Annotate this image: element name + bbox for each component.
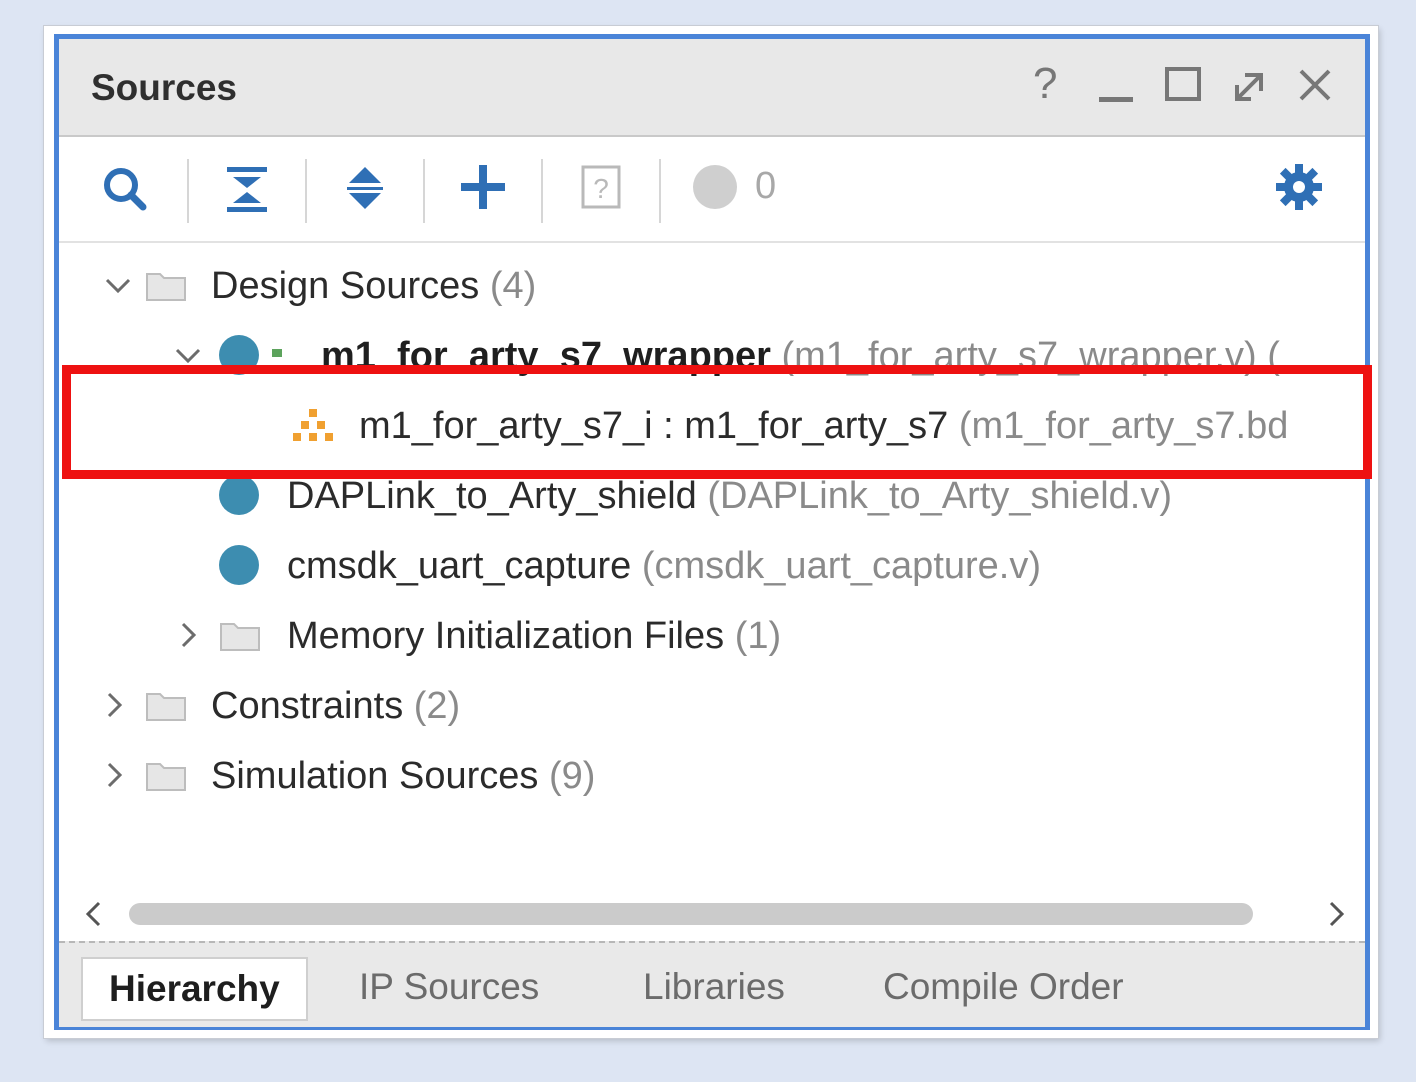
sources-window: Sources ? ? 0 Design Sources (4) m1_for_…: [54, 34, 1370, 1030]
verilog-module-icon: [219, 475, 259, 515]
tab-compile-order[interactable]: Compile Order: [883, 957, 1124, 1017]
status-indicator-icon[interactable]: 0: [689, 155, 799, 219]
tree-label: DAPLink_to_Arty_shield (DAPLink_to_Arty_…: [287, 475, 1172, 517]
tree-row-daplink[interactable]: DAPLink_to_Arty_shield (DAPLink_to_Arty_…: [59, 461, 1365, 529]
expand-all-icon[interactable]: [333, 155, 397, 219]
folder-icon: [145, 268, 187, 302]
search-icon[interactable]: [95, 155, 159, 219]
tree-row-sim-sources[interactable]: Simulation Sources (9): [59, 741, 1365, 809]
tree-row-constraints[interactable]: Constraints (2): [59, 671, 1365, 739]
window-title: Sources: [91, 67, 238, 108]
folder-icon: [219, 618, 261, 652]
verilog-module-icon: [219, 545, 259, 585]
bottom-tab-bar: Hierarchy IP Sources Libraries Compile O…: [59, 941, 1365, 1027]
maximize-icon[interactable]: [1159, 59, 1209, 111]
tab-hierarchy[interactable]: Hierarchy: [81, 957, 308, 1021]
block-design-icon: [291, 407, 335, 450]
tree-row-uart[interactable]: cmsdk_uart_capture (cmsdk_uart_capture.v…: [59, 531, 1365, 599]
add-icon[interactable]: [451, 155, 515, 219]
tree-label: Constraints (2): [211, 685, 461, 727]
folder-icon: [145, 688, 187, 722]
tree-label: Memory Initialization Files (1): [287, 615, 782, 657]
sources-toolbar: ? 0: [59, 137, 1365, 243]
folder-icon: [145, 758, 187, 792]
tree-row-design-sources[interactable]: Design Sources (4): [59, 251, 1365, 319]
tree-row-mem-init[interactable]: Memory Initialization Files (1): [59, 601, 1365, 669]
help-icon[interactable]: ?: [1027, 59, 1077, 111]
minimize-icon[interactable]: [1093, 59, 1143, 111]
hierarchy-icon: [263, 349, 291, 382]
float-icon[interactable]: [1225, 59, 1275, 111]
tree-label: Design Sources (4): [211, 265, 537, 307]
scroll-left-icon[interactable]: [79, 899, 109, 934]
tree-label: m1_for_arty_s7_i : m1_for_arty_s7 (m1_fo…: [359, 405, 1289, 447]
window-titlebar: Sources ?: [59, 39, 1365, 137]
svg-text:?: ?: [593, 173, 609, 204]
chevron-down-icon[interactable]: [101, 268, 135, 302]
tab-ip-sources[interactable]: IP Sources: [359, 957, 539, 1017]
sources-tree: Design Sources (4) m1_for_arty_s7_wrappe…: [59, 243, 1365, 893]
help-glyph: ?: [1033, 59, 1058, 108]
chevron-right-icon[interactable]: [171, 618, 205, 652]
tree-label: m1_for_arty_s7_wrapper (m1_for_arty_s7_w…: [321, 335, 1280, 377]
issue-count: 0: [755, 165, 777, 207]
scroll-right-icon[interactable]: [1321, 899, 1351, 934]
tree-label: Simulation Sources (9): [211, 755, 596, 797]
tab-libraries[interactable]: Libraries: [643, 957, 785, 1017]
gear-icon[interactable]: [1267, 155, 1331, 219]
chevron-right-icon[interactable]: [97, 758, 131, 792]
chevron-right-icon[interactable]: [97, 688, 131, 722]
scrollbar-thumb[interactable]: [129, 903, 1253, 925]
close-icon[interactable]: [1291, 59, 1341, 111]
tree-row-bd-instance[interactable]: m1_for_arty_s7_i : m1_for_arty_s7 (m1_fo…: [59, 391, 1365, 459]
horizontal-scrollbar[interactable]: [59, 889, 1365, 939]
help-doc-icon[interactable]: ?: [569, 155, 633, 219]
verilog-module-icon: [219, 335, 259, 375]
collapse-all-icon[interactable]: [215, 155, 279, 219]
tree-row-wrapper[interactable]: m1_for_arty_s7_wrapper (m1_for_arty_s7_w…: [59, 321, 1365, 389]
tree-label: cmsdk_uart_capture (cmsdk_uart_capture.v…: [287, 545, 1042, 587]
chevron-down-icon[interactable]: [171, 338, 205, 372]
